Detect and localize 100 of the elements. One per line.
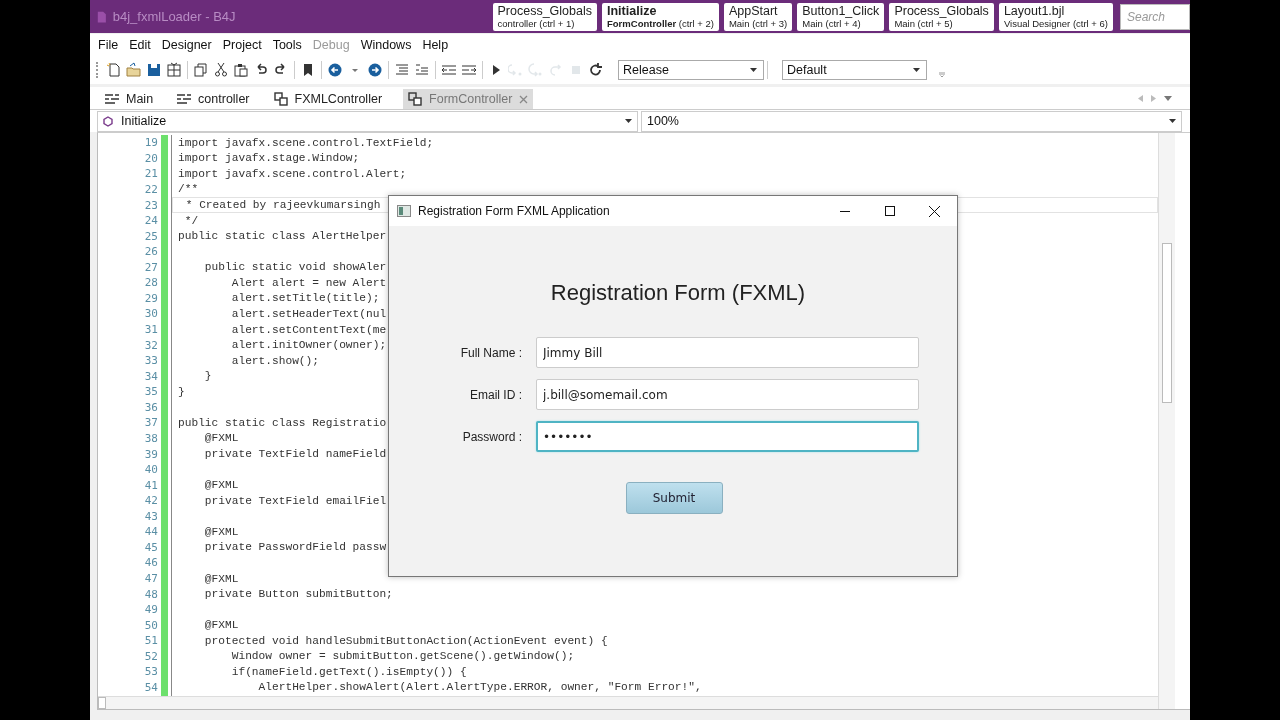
module-tab[interactable]: controller	[172, 89, 255, 109]
quick-tab[interactable]: Button1_Click Main (ctrl + 4)	[797, 2, 885, 31]
line-number: 33	[144, 354, 158, 368]
line-number: 30	[144, 307, 158, 321]
app-icon	[96, 9, 107, 24]
line-number: 35	[144, 385, 158, 399]
minimize-icon	[839, 210, 850, 212]
code-line: @FXML	[203, 432, 239, 445]
line-number: 26	[144, 245, 158, 259]
line-number: 37	[144, 416, 158, 430]
line-number: 42	[144, 494, 158, 508]
code-line: Window owner = submitButton.getScene().getWindow();	[230, 650, 575, 663]
module-tab[interactable]: Main	[100, 89, 159, 109]
module-tab[interactable]: FXMLController	[268, 89, 388, 109]
build-config-dropdown[interactable]: Release	[618, 60, 764, 80]
line-number: 31	[144, 323, 158, 337]
code-line: @FXML	[203, 619, 239, 632]
line-number: 46	[144, 556, 158, 570]
code-line: alert.setTitle(title);	[230, 292, 380, 305]
line-number: 28	[144, 276, 158, 290]
line-number: 25	[144, 229, 158, 243]
code-line: */	[183, 214, 199, 227]
window-title: b4j_fxmlLoader - B4J	[112, 9, 237, 24]
app-icon	[397, 205, 411, 217]
line-number: 47	[144, 572, 158, 586]
vertical-scrollbar[interactable]	[1158, 133, 1175, 709]
line-number: 49	[144, 603, 158, 617]
overflow-icon[interactable]	[939, 71, 945, 77]
menu-item[interactable]: Designer	[156, 36, 217, 54]
close-icon	[929, 205, 940, 217]
submit-button[interactable]: Submit	[625, 482, 723, 514]
next-icon[interactable]	[1151, 94, 1156, 102]
module-icon	[105, 93, 119, 105]
menu-item[interactable]: Tools	[267, 36, 307, 54]
profile-dropdown[interactable]: Default	[782, 60, 927, 80]
quick-tab[interactable]: Layout1.bjl Visual Designer (ctrl + 6)	[998, 2, 1113, 31]
code-line: /**	[178, 183, 199, 196]
line-number: 29	[144, 291, 158, 305]
close-icon[interactable]	[519, 94, 529, 104]
code-line: }	[203, 370, 212, 383]
code-line: private Button submitButton;	[203, 588, 393, 601]
code-line: private TextField emailFiel	[203, 494, 387, 507]
code-line: Alert alert = new Alert	[230, 276, 387, 289]
code-line: public static class Registratio	[178, 416, 387, 429]
line-number: 45	[144, 540, 158, 554]
hexagon-icon	[103, 115, 113, 127]
line-number: 34	[144, 369, 158, 383]
line-number: 38	[144, 431, 158, 445]
quick-tab[interactable]: Process_Globals controller (ctrl + 1)	[492, 2, 597, 31]
line-number: 27	[144, 260, 158, 274]
previous-icon[interactable]	[1138, 94, 1143, 102]
code-line: alert.setHeaderText(nul	[230, 307, 387, 320]
dialog-title: Registration Form FXML Application	[418, 204, 610, 218]
line-number: 32	[144, 338, 158, 352]
caret-icon	[625, 119, 632, 123]
code-line: alert.initOwner(owner);	[230, 339, 387, 352]
field-label: Password :	[461, 429, 522, 444]
maximize-icon	[884, 206, 895, 216]
code-line: private TextField nameField	[203, 448, 387, 461]
code-line: if(nameField.getText().isEmpty()) {	[230, 665, 467, 678]
line-number: 23	[144, 198, 158, 212]
input-field[interactable]: •••••••	[536, 421, 919, 452]
code-line: protected void handleSubmitButtonAction(ActionEvent event) {	[203, 634, 608, 647]
menu-item[interactable]: File	[93, 36, 124, 54]
quick-tab[interactable]: Process_Globals Main (ctrl + 5)	[889, 2, 994, 31]
search-field[interactable]: Search	[1120, 3, 1190, 30]
dropdown-icon[interactable]	[1164, 95, 1172, 101]
open-folder-icon[interactable]	[124, 60, 144, 80]
form-heading: Registration Form (FXML)	[549, 280, 807, 306]
quick-tab[interactable]: Initialize FormController (ctrl + 2)	[602, 2, 719, 31]
save-all-icon[interactable]	[164, 60, 184, 80]
line-number: 52	[144, 649, 158, 663]
caret-icon	[913, 68, 920, 72]
input-field[interactable]: Jimmy Bill	[536, 337, 919, 368]
code-line: @FXML	[203, 525, 239, 538]
line-number: 53	[144, 665, 158, 679]
menu-item[interactable]: Windows	[355, 36, 417, 54]
menu-item[interactable]: Help	[417, 36, 454, 54]
line-number: 19	[144, 136, 158, 150]
menu-item[interactable]: Project	[217, 36, 267, 54]
code-line: import javafx.stage.Window;	[178, 152, 360, 165]
code-line: import javafx.scene.control.Alert;	[178, 167, 407, 180]
caret-icon	[750, 68, 757, 72]
line-number: 54	[144, 680, 158, 694]
line-number: 24	[144, 214, 158, 228]
line-number: 20	[144, 151, 158, 165]
line-number: 44	[144, 525, 158, 539]
code-line: alert.show();	[230, 354, 319, 367]
menu-item[interactable]: Edit	[124, 36, 156, 54]
code-line: private PasswordField passw	[203, 541, 387, 554]
zoom-dropdown[interactable]: 100%	[641, 110, 1182, 132]
sub-dropdown[interactable]: Initialize	[97, 110, 638, 132]
line-number: 36	[144, 400, 158, 414]
code-line: import javafx.scene.control.TextField;	[178, 136, 434, 149]
line-number: 43	[144, 509, 158, 523]
code-line: * Created by rajeevkumarsingh	[184, 199, 381, 212]
code-line: }	[178, 385, 185, 398]
input-field[interactable]: j.bill@somemail.com	[536, 379, 919, 410]
horizontal-scrollbar[interactable]	[98, 696, 1158, 709]
quick-tab[interactable]: AppStart Main (ctrl + 3)	[723, 2, 793, 31]
